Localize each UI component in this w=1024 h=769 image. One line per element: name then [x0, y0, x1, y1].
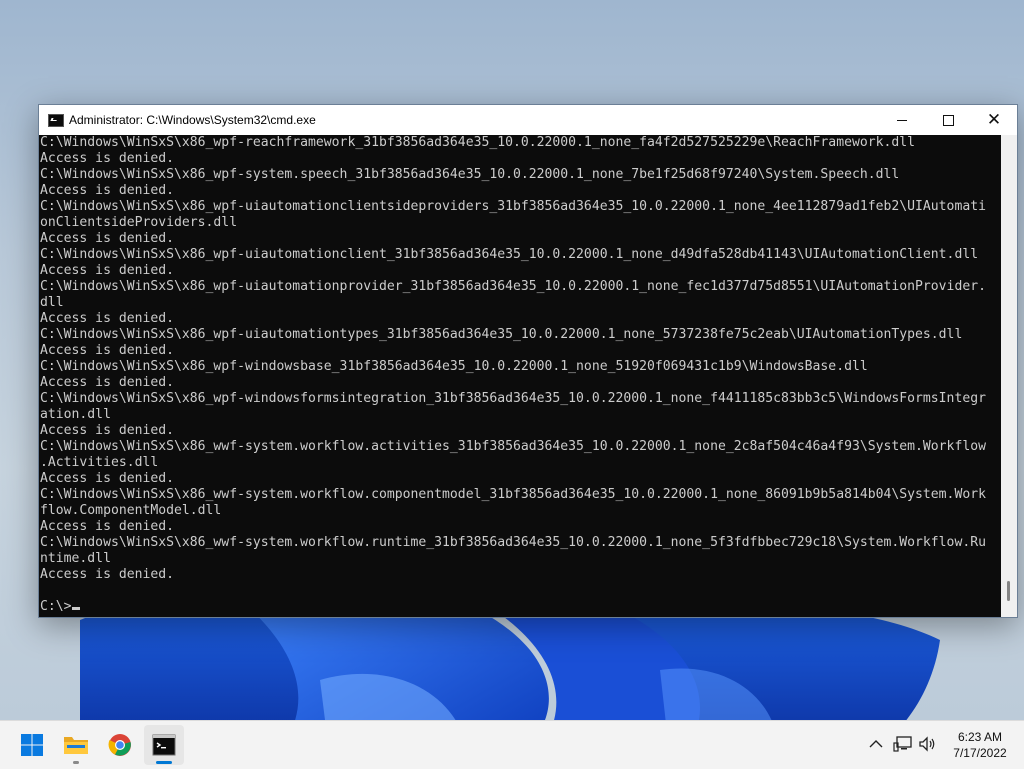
console-line: C:\Windows\WinSxS\x86_wwf-system.workflo… — [40, 439, 986, 454]
running-indicator — [73, 761, 79, 764]
console-line: C:\Windows\WinSxS\x86_wpf-windowsbase_31… — [40, 359, 868, 374]
cmd-icon — [48, 114, 64, 127]
scrollbar-thumb[interactable] — [1007, 581, 1010, 601]
taskbar-file-explorer[interactable] — [56, 725, 96, 765]
console-line: Access is denied. — [40, 567, 175, 582]
text-cursor — [71, 607, 80, 610]
active-indicator — [156, 761, 172, 764]
clock-time: 6:23 AM — [957, 730, 1003, 744]
console-line: C:\> — [40, 599, 1002, 615]
console-line: C:\Windows\WinSxS\x86_wpf-uiautomationty… — [40, 327, 963, 342]
console-line: Access is denied. — [40, 375, 175, 390]
console-line: C:\Windows\WinSxS\x86_wpf-uiautomationpr… — [40, 279, 986, 294]
console-line: C:\Windows\WinSxS\x86_wwf-system.workflo… — [40, 535, 986, 550]
close-icon: ✕ — [986, 109, 1002, 130]
console-line: ntime.dll — [40, 551, 111, 566]
console-line: C:\Windows\WinSxS\x86_wwf-system.workflo… — [40, 487, 986, 502]
minimize-button[interactable] — [879, 105, 925, 135]
taskbar-chrome[interactable] — [100, 725, 140, 765]
start-button[interactable] — [12, 725, 52, 765]
window-titlebar[interactable]: Administrator: C:\Windows\System32\cmd.e… — [39, 105, 1017, 135]
taskbar: 6:23 AM 7/17/2022 — [0, 720, 1024, 769]
console-line: ation.dll — [40, 407, 111, 422]
system-clock[interactable]: 6:23 AM 7/17/2022 — [940, 729, 1020, 761]
speaker-icon[interactable] — [917, 733, 939, 755]
console-line: Access is denied. — [40, 311, 175, 326]
console-line: Access is denied. — [40, 183, 175, 198]
console-output[interactable]: C:\Windows\WinSxS\x86_wpf-reachframework… — [39, 135, 1002, 617]
network-icon[interactable] — [892, 733, 914, 755]
console-line: C:\Windows\WinSxS\x86_wpf-uiautomationcl… — [40, 247, 979, 262]
chrome-icon — [108, 734, 131, 756]
folder-icon — [64, 737, 88, 754]
maximize-button[interactable] — [925, 105, 971, 135]
console-line: Access is denied. — [40, 519, 175, 534]
console-line: Access is denied. — [40, 151, 175, 166]
console-line: Access is denied. — [40, 263, 175, 278]
console-line: flow.ComponentModel.dll — [40, 503, 222, 518]
console-line: C:\Windows\WinSxS\x86_wpf-system.speech_… — [40, 167, 900, 182]
minimize-icon — [897, 119, 907, 121]
console-line: C:\Windows\WinSxS\x86_wpf-uiautomationcl… — [40, 199, 986, 214]
console-line: Access is denied. — [40, 231, 175, 246]
vertical-scrollbar[interactable] — [1001, 135, 1017, 617]
console-line: onClientsideProviders.dll — [40, 215, 238, 230]
console-line: Access is denied. — [40, 471, 175, 486]
window-title: Administrator: C:\Windows\System32\cmd.e… — [69, 113, 316, 127]
clock-date: 7/17/2022 — [953, 746, 1007, 760]
chevron-up-icon[interactable] — [865, 733, 887, 755]
console-line: dll — [40, 295, 64, 310]
close-button[interactable]: ✕ — [971, 105, 1017, 135]
console-line: Access is denied. — [40, 423, 175, 438]
console-line: C:\Windows\WinSxS\x86_wpf-windowsformsin… — [40, 391, 986, 406]
windows-logo-icon — [21, 734, 43, 756]
maximize-icon — [942, 114, 954, 126]
cmd-window[interactable]: Administrator: C:\Windows\System32\cmd.e… — [38, 104, 1018, 618]
console-line: C:\Windows\WinSxS\x86_wpf-reachframework… — [40, 135, 916, 150]
console-line: Access is denied. — [40, 343, 175, 358]
console-line: .Activities.dll — [40, 455, 159, 470]
taskbar-command-prompt[interactable] — [144, 725, 184, 765]
cmd-icon — [152, 734, 176, 756]
